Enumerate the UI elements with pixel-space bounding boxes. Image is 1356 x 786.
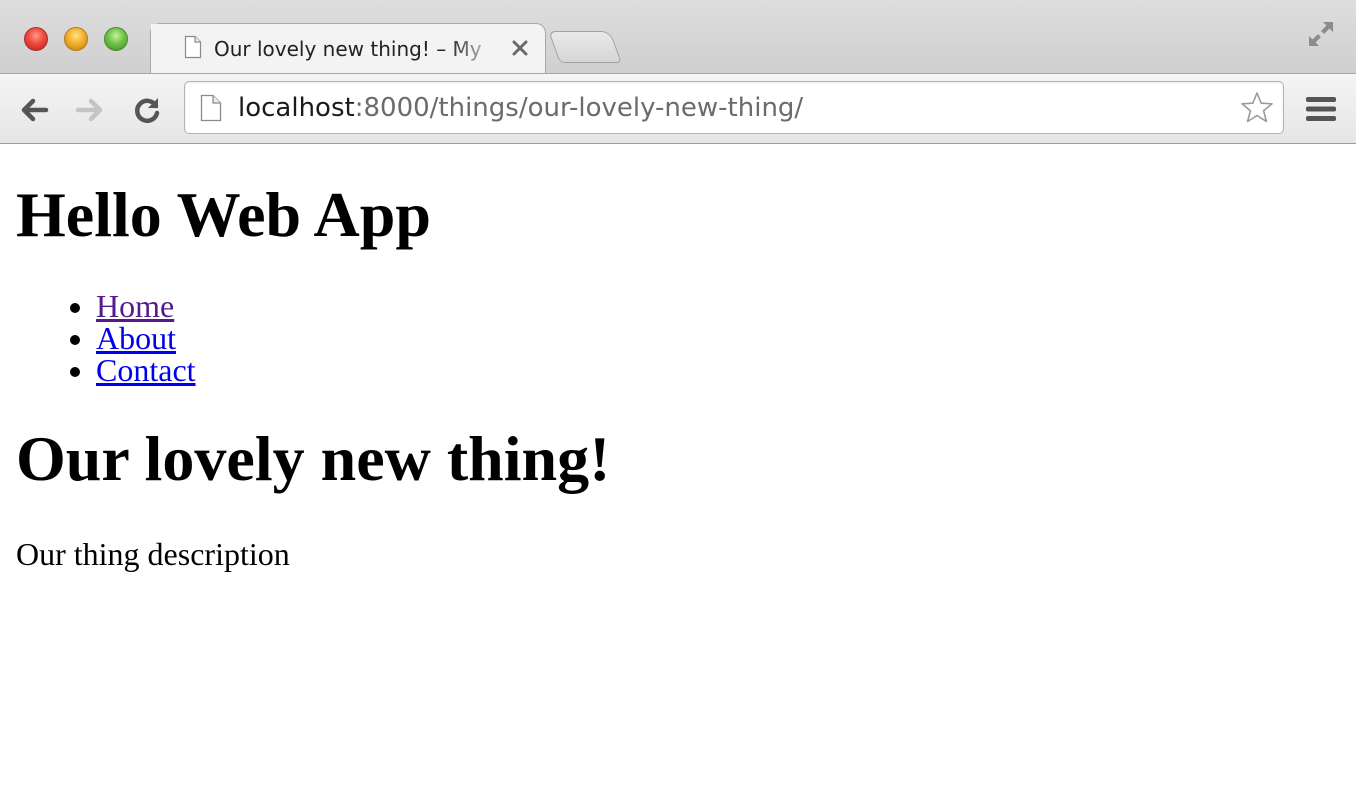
- page-content: Hello Web App Home About Contact Our lov…: [0, 144, 1356, 786]
- back-arrow-icon[interactable]: [16, 92, 52, 128]
- window-minimize-button[interactable]: [64, 27, 88, 51]
- nav-item-home: Home: [96, 290, 196, 322]
- nav-link-home[interactable]: Home: [96, 288, 174, 324]
- fullscreen-icon[interactable]: [1305, 18, 1337, 50]
- page-icon: [200, 94, 222, 122]
- nav-item-contact: Contact: [96, 354, 196, 386]
- address-bar[interactable]: localhost:8000/things/our-lovely-new-thi…: [184, 81, 1284, 134]
- site-nav: Home About Contact: [96, 290, 196, 386]
- tab-title: Our lovely new thing! – My: [214, 37, 482, 61]
- url-path: :8000/things/our-lovely-new-thing/: [354, 93, 804, 123]
- forward-arrow-icon[interactable]: [72, 92, 108, 128]
- site-title: Hello Web App: [16, 179, 431, 250]
- bookmark-star-icon[interactable]: [1239, 90, 1275, 126]
- thing-title: Our lovely new thing!: [16, 423, 611, 494]
- page-icon: [184, 35, 202, 59]
- browser-window: Our lovely new thing! – My localhost:800…: [0, 0, 1356, 786]
- hamburger-menu-icon[interactable]: [1305, 94, 1337, 124]
- nav-item-about: About: [96, 322, 196, 354]
- tab-active[interactable]: Our lovely new thing! – My: [150, 23, 546, 74]
- nav-link-about[interactable]: About: [96, 320, 176, 356]
- url-host: localhost: [238, 93, 355, 123]
- nav-link-contact[interactable]: Contact: [96, 352, 196, 388]
- close-icon[interactable]: [509, 37, 531, 59]
- reload-icon[interactable]: [129, 92, 165, 128]
- window-close-button[interactable]: [24, 27, 48, 51]
- thing-description: Our thing description: [16, 536, 290, 572]
- window-zoom-button[interactable]: [104, 27, 128, 51]
- url-text[interactable]: localhost:8000/things/our-lovely-new-thi…: [238, 91, 803, 125]
- tab-strip: Our lovely new thing! – My: [0, 0, 1356, 74]
- browser-toolbar: localhost:8000/things/our-lovely-new-thi…: [0, 73, 1356, 144]
- new-tab-icon[interactable]: [548, 31, 622, 63]
